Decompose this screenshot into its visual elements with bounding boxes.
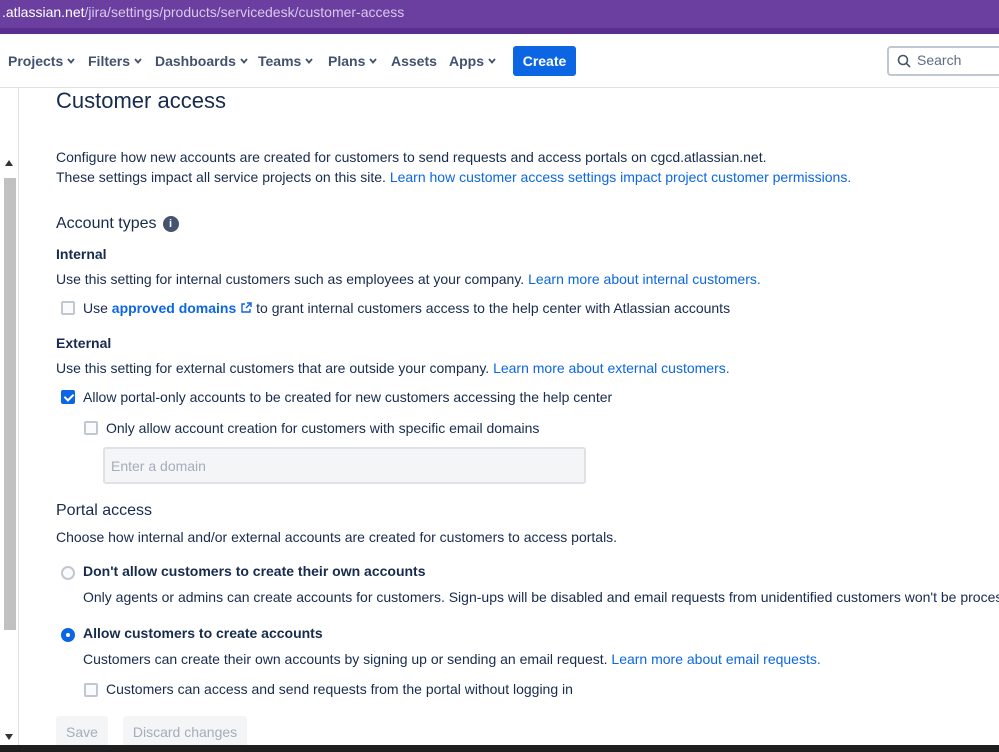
approved-domains-link[interactable]: approved domains xyxy=(112,300,236,316)
search-box[interactable] xyxy=(887,46,999,76)
chevron-down-icon xyxy=(305,58,314,64)
nav-filters[interactable]: Filters xyxy=(88,53,142,69)
approved-domains-label: Use approved domains to grant internal c… xyxy=(83,300,731,316)
page-intro: Configure how new accounts are created f… xyxy=(56,147,851,187)
url-text[interactable]: .atlassian.net/jira/settings/products/se… xyxy=(2,4,404,20)
allow-accounts-radio[interactable] xyxy=(61,628,75,642)
external-link-icon xyxy=(241,302,252,313)
nav-projects[interactable]: Projects xyxy=(8,53,75,69)
customer-permissions-link[interactable]: Learn how customer access settings impac… xyxy=(390,169,851,185)
browser-url-bar[interactable]: .atlassian.net/jira/settings/products/se… xyxy=(0,0,999,34)
chevron-down-icon xyxy=(240,58,248,64)
allow-accounts-title: Allow customers to create accounts xyxy=(83,625,323,641)
anonymous-access-checkbox[interactable] xyxy=(84,683,98,697)
internal-heading: Internal xyxy=(56,246,107,262)
search-input[interactable] xyxy=(917,52,999,68)
create-button[interactable]: Create xyxy=(513,46,576,76)
scroll-up-arrow[interactable] xyxy=(5,160,13,166)
nav-teams[interactable]: Teams xyxy=(258,53,314,69)
top-navigation: Projects Filters Dashboards Teams Plans … xyxy=(0,34,999,88)
disallow-accounts-radio[interactable] xyxy=(61,566,75,580)
disallow-accounts-title: Don't allow customers to create their ow… xyxy=(83,563,426,579)
info-icon[interactable]: i xyxy=(162,216,179,232)
portal-access-heading: Portal access xyxy=(56,502,153,519)
allow-portal-only-label: Allow portal-only accounts to be created… xyxy=(83,389,613,405)
chevron-down-icon xyxy=(369,58,378,64)
page-title: Customer access xyxy=(56,88,226,113)
taskbar-edge xyxy=(0,745,999,752)
intro-line-1: Configure how new accounts are created f… xyxy=(56,149,767,165)
account-types-heading: Account types i xyxy=(56,215,179,233)
save-button[interactable]: Save xyxy=(56,716,108,748)
specific-domains-label: Only allow account creation for customer… xyxy=(106,420,540,436)
nav-dashboards[interactable]: Dashboards xyxy=(155,53,248,69)
approved-domains-checkbox[interactable] xyxy=(61,301,75,315)
anonymous-access-label: Customers can access and send requests f… xyxy=(106,681,573,697)
email-requests-link[interactable]: Learn more about email requests. xyxy=(611,651,820,667)
chevron-down-icon xyxy=(67,58,75,64)
specific-domains-checkbox[interactable] xyxy=(84,421,98,435)
chevron-down-icon xyxy=(488,58,496,64)
nav-assets[interactable]: Assets xyxy=(391,53,437,69)
discard-changes-button[interactable]: Discard changes xyxy=(123,716,247,748)
scroll-down-arrow[interactable] xyxy=(5,734,13,740)
internal-customers-link[interactable]: Learn more about internal customers. xyxy=(528,271,761,287)
external-description: Use this setting for external customers … xyxy=(56,360,730,376)
internal-description: Use this setting for internal customers … xyxy=(56,271,761,287)
external-heading: External xyxy=(56,335,112,351)
domain-input[interactable] xyxy=(103,447,586,484)
portal-access-description: Choose how internal and/or external acco… xyxy=(56,529,618,545)
disallow-accounts-description: Only agents or admins can create account… xyxy=(83,589,999,605)
nav-apps[interactable]: Apps xyxy=(449,53,496,69)
scrollbar-thumb[interactable] xyxy=(4,178,16,630)
intro-line-2: These settings impact all service projec… xyxy=(56,169,852,185)
chevron-down-icon xyxy=(134,58,142,64)
search-icon xyxy=(897,54,911,68)
allow-portal-only-checkbox[interactable] xyxy=(61,390,75,404)
allow-accounts-description: Customers can create their own accounts … xyxy=(83,651,821,667)
external-customers-link[interactable]: Learn more about external customers. xyxy=(493,360,730,376)
nav-plans[interactable]: Plans xyxy=(328,53,378,69)
